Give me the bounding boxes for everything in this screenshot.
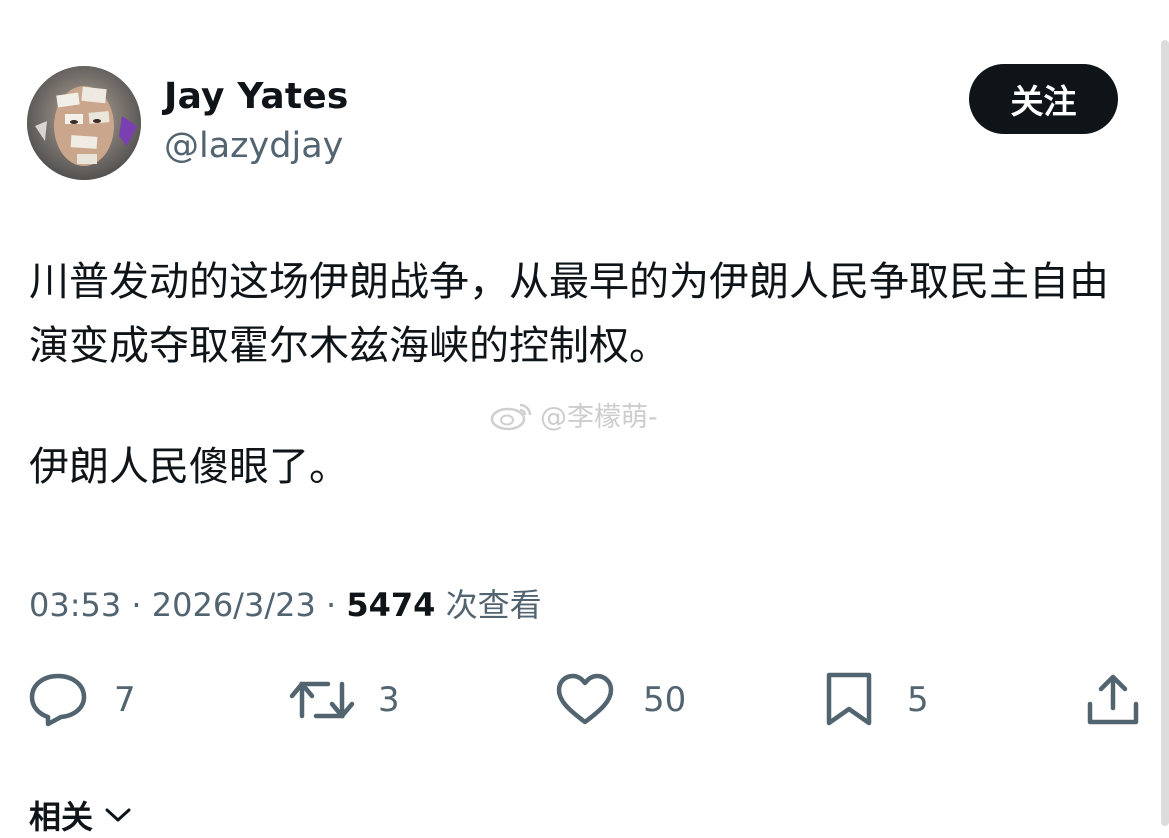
related-label: 相关 [29, 798, 94, 836]
author-name[interactable]: Jay Yates [164, 76, 349, 117]
reply-icon [29, 673, 87, 727]
share-icon [1087, 674, 1139, 725]
watermark-text: @李檬萌- [540, 402, 658, 433]
weibo-icon [490, 403, 532, 430]
like-count: 50 [643, 680, 687, 720]
tweet-time[interactable]: 03:53 [29, 586, 121, 624]
tweet-date[interactable]: 2026/3/23 [152, 586, 316, 624]
avatar-image [27, 66, 141, 180]
chevron-down-icon [105, 808, 131, 822]
like-icon [556, 673, 614, 725]
tweet-paragraph-1: 川普发动的这场伊朗战争，从最早的为伊朗人民争取民主自由演变成夺取霍尔木兹海峡的控… [29, 259, 1109, 369]
bookmark-icon [826, 672, 872, 726]
like-button[interactable]: 50 [555, 670, 686, 730]
watermark: @李檬萌- [490, 395, 658, 434]
tweet-meta: 03:53 · 2026/3/23 · 5474 次查看 [29, 580, 542, 626]
share-button[interactable] [1086, 670, 1140, 730]
related-toggle[interactable]: 相关 [29, 792, 133, 838]
views-count: 5474 [346, 586, 436, 624]
reply-button[interactable]: 7 [28, 670, 136, 730]
separator: · [325, 586, 347, 624]
tweet-body: 川普发动的这场伊朗战争，从最早的为伊朗人民争取民主自由演变成夺取霍尔木兹海峡的控… [29, 250, 1139, 378]
tweet-paragraph-2: 伊朗人民傻眼了。 [29, 444, 349, 490]
bookmark-count: 5 [907, 680, 929, 720]
views-label: 次查看 [445, 586, 542, 624]
reply-count: 7 [114, 680, 136, 720]
bookmark-button[interactable]: 5 [823, 670, 929, 730]
author-handle[interactable]: @lazydjay [164, 126, 343, 166]
avatar[interactable] [27, 66, 141, 180]
separator: · [131, 586, 152, 624]
retweet-button[interactable]: 3 [288, 670, 400, 730]
follow-button[interactable]: 关注 [969, 64, 1118, 134]
retweet-icon [289, 681, 355, 719]
scrollbar[interactable] [1161, 40, 1169, 826]
retweet-count: 3 [378, 680, 400, 720]
